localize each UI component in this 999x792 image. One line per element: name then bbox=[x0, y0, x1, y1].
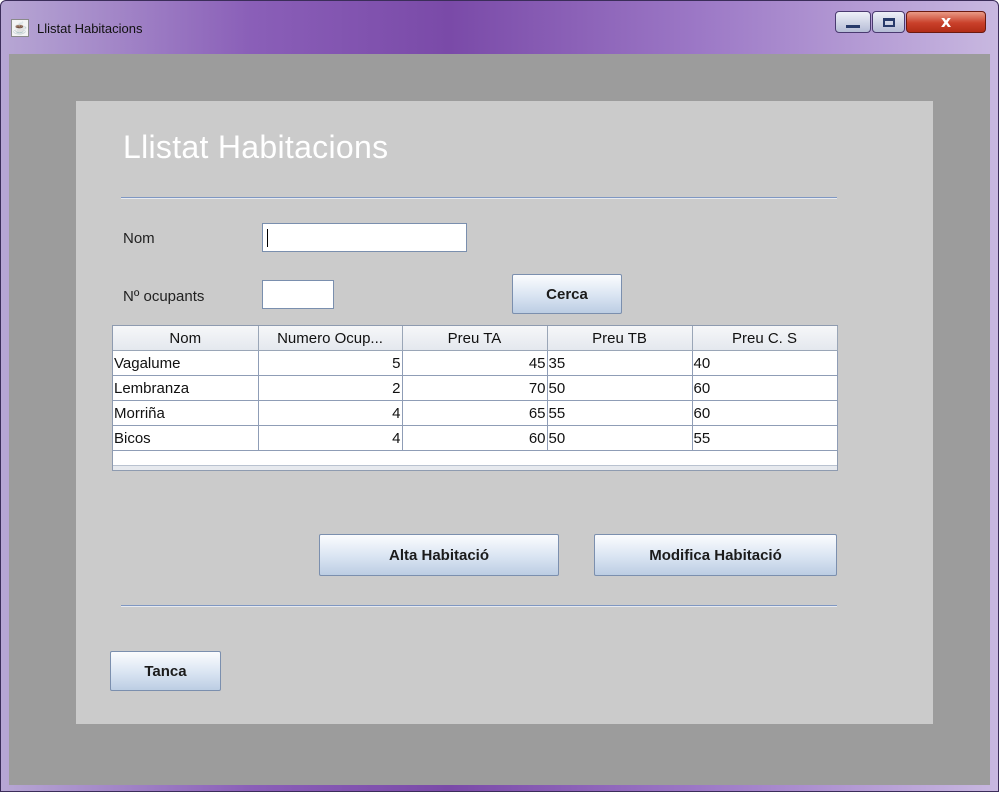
table-header-row: Nom Numero Ocup... Preu TA Preu TB Preu … bbox=[113, 326, 838, 351]
cell-preu-tb: 50 bbox=[547, 375, 693, 401]
cell-ocupants: 4 bbox=[258, 400, 403, 426]
close-window-button[interactable]: x bbox=[906, 11, 986, 33]
close-icon: x bbox=[940, 12, 952, 31]
ocupants-input[interactable] bbox=[262, 280, 334, 309]
minimize-button[interactable] bbox=[835, 11, 871, 33]
column-header-preu-cs[interactable]: Preu C. S bbox=[692, 326, 838, 351]
column-header-preu-ta[interactable]: Preu TA bbox=[402, 326, 548, 351]
table-row[interactable]: Morriña 4 65 55 60 bbox=[113, 400, 838, 426]
close-button[interactable]: Tanca bbox=[110, 651, 221, 691]
cell-preu-ta: 45 bbox=[402, 350, 548, 376]
cell-nom: Lembranza bbox=[113, 375, 259, 401]
cell-ocupants: 2 bbox=[258, 375, 403, 401]
cell-ocupants: 4 bbox=[258, 425, 403, 451]
window-client-area: Llistat Habitacions Nom Nº ocupants Cerc… bbox=[9, 54, 990, 785]
table-row[interactable]: Bicos 4 60 50 55 bbox=[113, 425, 838, 451]
cell-preu-cs: 55 bbox=[692, 425, 838, 451]
maximize-icon bbox=[882, 17, 895, 27]
cell-ocupants: 5 bbox=[258, 350, 403, 376]
add-room-button[interactable]: Alta Habitació bbox=[319, 534, 559, 576]
text-caret bbox=[267, 229, 268, 248]
table-row[interactable]: Vagalume 5 45 35 40 bbox=[113, 350, 838, 376]
column-header-nom[interactable]: Nom bbox=[113, 326, 259, 351]
cell-nom: Morriña bbox=[113, 400, 259, 426]
table-scroll-edge bbox=[113, 465, 837, 470]
cell-preu-cs: 60 bbox=[692, 375, 838, 401]
rooms-table[interactable]: Nom Numero Ocup... Preu TA Preu TB Preu … bbox=[112, 325, 838, 471]
app-window: ☕ Llistat Habitacions x Llistat Habitaci… bbox=[0, 0, 999, 792]
cell-preu-cs: 40 bbox=[692, 350, 838, 376]
nom-label: Nom bbox=[123, 230, 155, 247]
cell-preu-tb: 35 bbox=[547, 350, 693, 376]
minimize-icon bbox=[846, 24, 860, 28]
cell-preu-tb: 50 bbox=[547, 425, 693, 451]
cell-preu-ta: 65 bbox=[402, 400, 548, 426]
top-separator bbox=[121, 197, 837, 199]
column-header-ocupants[interactable]: Numero Ocup... bbox=[258, 326, 403, 351]
window-title: Llistat Habitacions bbox=[37, 21, 143, 36]
cell-preu-cs: 60 bbox=[692, 400, 838, 426]
nom-input[interactable] bbox=[262, 223, 467, 252]
cell-nom: Vagalume bbox=[113, 350, 259, 376]
java-cup-icon: ☕ bbox=[11, 19, 29, 37]
cell-preu-ta: 70 bbox=[402, 375, 548, 401]
table-row[interactable]: Lembranza 2 70 50 60 bbox=[113, 375, 838, 401]
cell-preu-tb: 55 bbox=[547, 400, 693, 426]
modify-room-button[interactable]: Modifica Habitació bbox=[594, 534, 837, 576]
title-bar[interactable]: ☕ Llistat Habitacions x bbox=[1, 1, 998, 53]
cell-nom: Bicos bbox=[113, 425, 259, 451]
search-button[interactable]: Cerca bbox=[512, 274, 622, 314]
page-title: Llistat Habitacions bbox=[123, 129, 389, 165]
cell-preu-ta: 60 bbox=[402, 425, 548, 451]
column-header-preu-tb[interactable]: Preu TB bbox=[547, 326, 693, 351]
content-panel: Llistat Habitacions Nom Nº ocupants Cerc… bbox=[76, 101, 933, 724]
bottom-separator bbox=[121, 605, 837, 607]
ocupants-label: Nº ocupants bbox=[123, 288, 205, 305]
rooms-table-grid: Nom Numero Ocup... Preu TA Preu TB Preu … bbox=[113, 326, 838, 451]
maximize-button[interactable] bbox=[872, 11, 905, 33]
